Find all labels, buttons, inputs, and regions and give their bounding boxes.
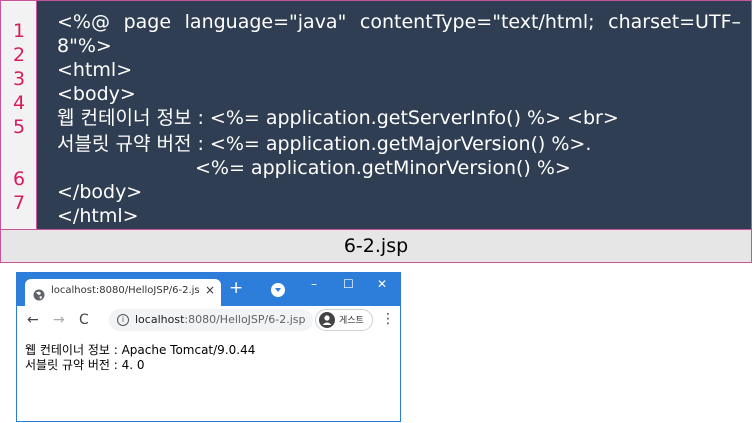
listing-caption: 6-2.jsp (1, 229, 751, 262)
tab-close-icon[interactable]: × (205, 283, 215, 297)
line-number: 3 (12, 68, 26, 90)
browser-tab[interactable]: localhost:8080/HelloJSP/6-2.jsp × (25, 279, 221, 306)
code-line: <%= application.getMinorVersion() %> (195, 157, 571, 179)
maximize-button[interactable]: ☐ (343, 277, 354, 291)
line-number: 6 (12, 168, 26, 190)
code-line: 웹 컨테이너 정보 : <%= application.getServerInf… (57, 107, 619, 129)
line-number: 4 (12, 92, 26, 114)
page-content: 웹 컨테이너 정보 : Apache Tomcat/9.0.44 서블릿 규약 … (25, 343, 255, 373)
line-number-gutter: 1 2 3 4 5 6 7 (1, 1, 37, 229)
minimize-button[interactable]: – (311, 277, 317, 291)
line-number: 2 (12, 44, 26, 66)
globe-icon (33, 286, 45, 305)
address-bar[interactable]: i localhost:8080/HelloJSP/6-2.jsp (109, 309, 313, 331)
forward-icon[interactable]: → (53, 312, 65, 328)
title-bar: localhost:8080/HelloJSP/6-2.jsp × + – ☐ … (17, 273, 400, 306)
code-line: <html> (57, 59, 133, 81)
new-tab-button[interactable]: + (229, 279, 243, 297)
info-icon[interactable]: i (117, 314, 129, 326)
tab-title: localhost:8080/HelloJSP/6-2.jsp (51, 285, 199, 296)
line-number: 5 (12, 116, 26, 138)
close-window-button[interactable]: ✕ (377, 277, 387, 291)
code-line: 8"%> (57, 35, 112, 57)
avatar-icon (319, 312, 335, 328)
url-text: localhost:8080/HelloJSP/6-2.jsp (135, 313, 306, 326)
browser-window: localhost:8080/HelloJSP/6-2.jsp × + – ☐ … (16, 272, 401, 422)
code-line: <body> (57, 83, 136, 105)
menu-icon[interactable]: ⋮ (381, 311, 395, 327)
code-line: 서블릿 규약 버전 : <%= application.getMajorVers… (57, 133, 592, 155)
content-line: 웹 컨테이너 정보 : Apache Tomcat/9.0.44 (25, 343, 256, 357)
code-listing: 1 2 3 4 5 6 7 <%@ page language="java" c… (0, 0, 752, 263)
guest-profile-button[interactable]: 게스트 (315, 309, 373, 331)
code-line: </html> (57, 205, 139, 227)
code-line: <%@ page language="java" contentType="te… (57, 11, 741, 33)
profile-dropdown-icon[interactable] (271, 283, 285, 297)
code-line: </body> (57, 181, 143, 203)
line-number: 1 (12, 20, 26, 42)
code-area: <%@ page language="java" contentType="te… (37, 1, 751, 229)
line-number: 7 (12, 192, 26, 214)
content-line: 서블릿 규약 버전 : 4. 0 (25, 358, 145, 372)
browser-toolbar: ← → C i localhost:8080/HelloJSP/6-2.jsp … (17, 306, 400, 336)
guest-label: 게스트 (339, 316, 364, 326)
back-icon[interactable]: ← (27, 312, 39, 328)
reload-icon[interactable]: C (79, 312, 89, 328)
